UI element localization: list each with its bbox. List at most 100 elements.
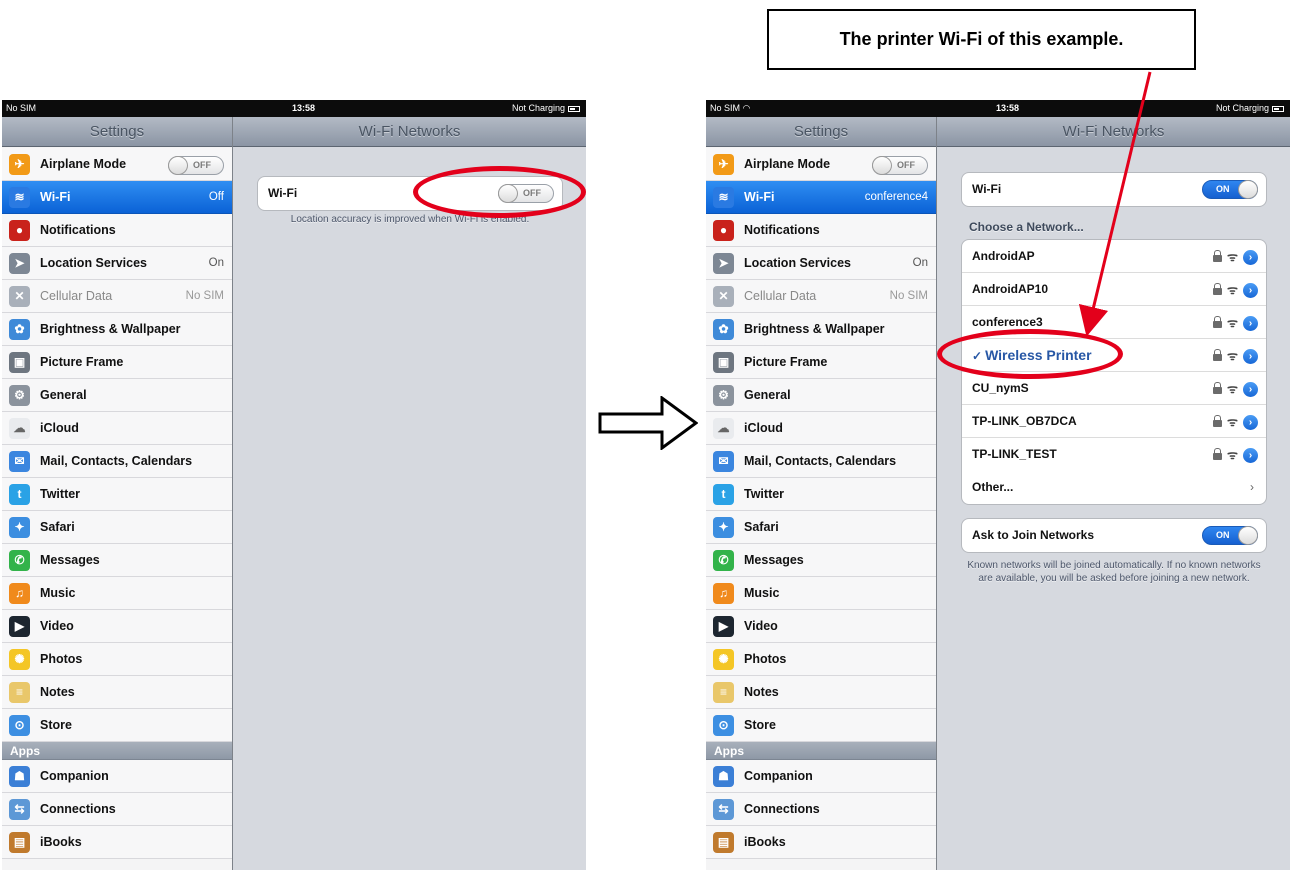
wifi-toggle[interactable]: ON	[1202, 180, 1258, 199]
status-bar: No SIM ◠ 13:58 Not Charging	[706, 100, 1290, 117]
sidebar-item-general[interactable]: ⚙ General	[2, 379, 232, 412]
sidebar-item-label: Safari	[40, 520, 75, 534]
sidebar-item-label: Cellular Data	[40, 289, 113, 303]
sidebar-item-label: Mail, Contacts, Calendars	[40, 454, 193, 468]
sidebar-item-safari[interactable]: ✦ Safari	[2, 511, 232, 544]
sidebar-item-value: On	[208, 257, 224, 269]
sidebar-item-ibooks[interactable]: ▤ iBooks	[2, 826, 232, 859]
mail-icon: ✉	[713, 451, 734, 472]
network-row[interactable]: AndroidAP10 ᯤ ›	[962, 273, 1266, 306]
detail-disclosure-icon[interactable]: ›	[1243, 282, 1258, 298]
sidebar-item-mail-contacts-calendars[interactable]: ✉ Mail, Contacts, Calendars	[706, 445, 936, 478]
sidebar-item-store[interactable]: ⊙ Store	[2, 709, 232, 742]
detail-disclosure-icon[interactable]: ›	[1243, 381, 1258, 397]
sidebar-item-wi-fi[interactable]: ≋ Wi-Fi Off	[2, 181, 232, 214]
sidebar-item-companion[interactable]: ☗ Companion	[706, 760, 936, 793]
sidebar-item-general[interactable]: ⚙ General	[706, 379, 936, 412]
sidebar-item-notifications[interactable]: ● Notifications	[2, 214, 232, 247]
detail-disclosure-icon[interactable]: ›	[1243, 414, 1258, 430]
sidebar-item-airplane-mode[interactable]: ✈ Airplane Mode OFF	[706, 148, 936, 181]
airplane-mode-toggle[interactable]: OFF	[872, 156, 928, 175]
apps-section-header: Apps	[2, 742, 232, 760]
wifi-strength-icon: ᯤ	[1227, 283, 1238, 297]
sidebar-item-icloud[interactable]: ☁ iCloud	[706, 412, 936, 445]
detail-disclosure-icon[interactable]: ›	[1243, 348, 1258, 364]
sidebar-item-notes[interactable]: ≡ Notes	[2, 676, 232, 709]
sidebar-item-label: Location Services	[744, 256, 851, 270]
network-row[interactable]: AndroidAP ᯤ ›	[962, 240, 1266, 273]
sidebar-item-picture-frame[interactable]: ▣ Picture Frame	[2, 346, 232, 379]
sidebar-item-label: iCloud	[744, 421, 783, 435]
sidebar-item-label: Messages	[744, 553, 804, 567]
messages-icon: ✆	[713, 550, 734, 571]
sidebar-item-label: iBooks	[744, 835, 786, 849]
sidebar-item-twitter[interactable]: t Twitter	[2, 478, 232, 511]
settings-list: ✈ Airplane Mode OFF ≋ Wi-Fi conference4 ● Notif…	[706, 148, 936, 859]
network-status-icons: ᯤ ›	[1213, 447, 1258, 463]
sidebar-item-brightness-wallpaper[interactable]: ✿ Brightness & Wallpaper	[706, 313, 936, 346]
sidebar-item-airplane-mode[interactable]: ✈ Airplane Mode OFF	[2, 148, 232, 181]
charging-label: Not Charging	[511, 103, 565, 113]
sidebar-item-mail-contacts-calendars[interactable]: ✉ Mail, Contacts, Calendars	[2, 445, 232, 478]
sidebar-item-label: Notes	[40, 685, 75, 699]
sidebar-item-location-services[interactable]: ➤ Location Services On	[706, 247, 936, 280]
wifi-row[interactable]: Wi-Fi ON	[962, 173, 1266, 206]
callout-box: The printer Wi-Fi of this example.	[767, 9, 1196, 70]
sidebar-item-ibooks[interactable]: ▤ iBooks	[706, 826, 936, 859]
sidebar-item-twitter[interactable]: t Twitter	[706, 478, 936, 511]
detail-disclosure-icon[interactable]: ›	[1243, 315, 1258, 331]
carrier-text: No SIM	[710, 103, 741, 113]
sidebar-item-music[interactable]: ♫ Music	[706, 577, 936, 610]
network-name: TP-LINK_OB7DCA	[972, 414, 1077, 428]
sidebar-item-video[interactable]: ▶ Video	[2, 610, 232, 643]
sidebar-item-location-services[interactable]: ➤ Location Services On	[2, 247, 232, 280]
mail-icon: ✉	[9, 451, 30, 472]
other-label: Other...	[972, 480, 1014, 494]
sidebar-item-video[interactable]: ▶ Video	[706, 610, 936, 643]
sidebar-item-cellular-data[interactable]: ✕ Cellular Data No SIM	[706, 280, 936, 313]
ask-join-toggle[interactable]: ON	[1202, 526, 1258, 545]
picture-frame-icon: ▣	[9, 352, 30, 373]
ask-join-row[interactable]: Ask to Join Networks ON	[962, 519, 1266, 552]
sidebar-item-music[interactable]: ♫ Music	[2, 577, 232, 610]
sidebar-item-companion[interactable]: ☗ Companion	[2, 760, 232, 793]
wifi-row-label: Wi-Fi	[972, 182, 1002, 196]
sidebar-item-cellular-data[interactable]: ✕ Cellular Data No SIM	[2, 280, 232, 313]
sidebar-item-store[interactable]: ⊙ Store	[706, 709, 936, 742]
wifi-icon: ≋	[9, 187, 30, 208]
sidebar-item-messages[interactable]: ✆ Messages	[706, 544, 936, 577]
sidebar-item-connections[interactable]: ⇆ Connections	[2, 793, 232, 826]
sidebar-item-icloud[interactable]: ☁ iCloud	[2, 412, 232, 445]
sidebar-item-safari[interactable]: ✦ Safari	[706, 511, 936, 544]
network-name: CU_nymS	[972, 381, 1029, 395]
status-bar: No SIM 13:58 Not Charging	[2, 100, 586, 117]
network-status-icons: ᯤ ›	[1213, 348, 1258, 364]
airplane-mode-toggle[interactable]: OFF	[168, 156, 224, 175]
detail-disclosure-icon[interactable]: ›	[1243, 447, 1258, 463]
sidebar-item-label: Twitter	[744, 487, 785, 501]
sidebar-item-label: Music	[744, 586, 780, 600]
sidebar-item-value: No SIM	[889, 290, 928, 302]
detail-disclosure-icon[interactable]: ›	[1243, 249, 1258, 265]
battery-status: Not Charging	[512, 100, 580, 117]
network-row[interactable]: TP-LINK_TEST ᯤ ›	[962, 438, 1266, 471]
network-name: TP-LINK_TEST	[972, 447, 1057, 461]
sidebar-item-picture-frame[interactable]: ▣ Picture Frame	[706, 346, 936, 379]
sidebar-item-notes[interactable]: ≡ Notes	[706, 676, 936, 709]
store-icon: ⊙	[713, 715, 734, 736]
other-network-row[interactable]: Other... ›	[962, 471, 1266, 504]
sidebar-item-photos[interactable]: ✺ Photos	[706, 643, 936, 676]
sidebar-item-notifications[interactable]: ● Notifications	[706, 214, 936, 247]
lock-icon	[1213, 250, 1223, 262]
network-row[interactable]: TP-LINK_OB7DCA ᯤ ›	[962, 405, 1266, 438]
sidebar-item-photos[interactable]: ✺ Photos	[2, 643, 232, 676]
sidebar-item-wi-fi[interactable]: ≋ Wi-Fi conference4	[706, 181, 936, 214]
sidebar-item-brightness-wallpaper[interactable]: ✿ Brightness & Wallpaper	[2, 313, 232, 346]
network-name: AndroidAP10	[972, 282, 1049, 296]
wifi-group: Wi-Fi ON	[961, 172, 1267, 207]
toggle-label: ON	[1216, 530, 1230, 540]
battery-status: Not Charging	[1216, 100, 1284, 117]
sidebar-item-connections[interactable]: ⇆ Connections	[706, 793, 936, 826]
sidebar-item-messages[interactable]: ✆ Messages	[2, 544, 232, 577]
sidebar-item-label: Mail, Contacts, Calendars	[744, 454, 897, 468]
